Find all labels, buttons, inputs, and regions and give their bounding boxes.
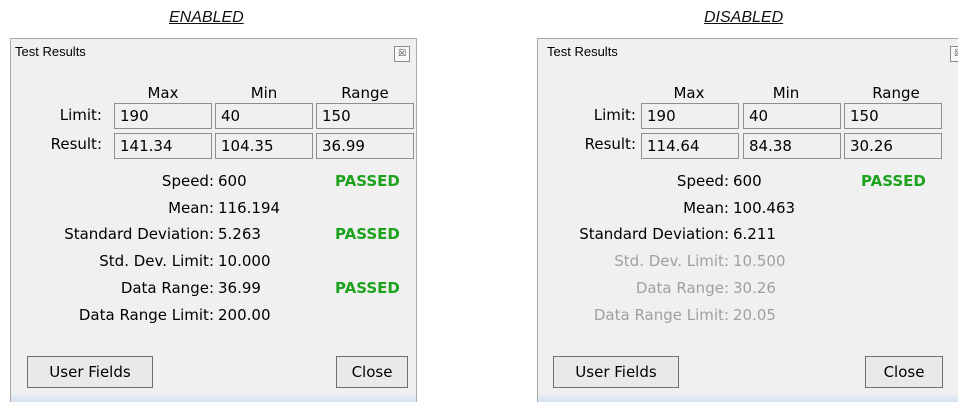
data-range-status-badge: PASSED	[335, 279, 400, 297]
close-icon[interactable]: ☒	[394, 46, 410, 62]
speed-status-badge: PASSED	[861, 172, 926, 190]
limit-max-field[interactable]: 190	[114, 103, 212, 129]
data-range-label: Data Range:	[635, 279, 729, 297]
data-range-limit-value: 20.05	[733, 306, 776, 324]
header-min: Min	[772, 84, 800, 102]
stddev-limit-label: Std. Dev. Limit:	[99, 252, 214, 270]
data-range-limit-label: Data Range Limit:	[78, 306, 214, 324]
limit-range-field: 150	[844, 103, 942, 129]
data-range-label: Data Range:	[120, 279, 214, 297]
data-range-value: 36.99	[218, 279, 261, 297]
mean-value: 116.194	[218, 199, 281, 217]
stddev-limit-value: 10.000	[218, 252, 271, 270]
stddev-value: 6.211	[733, 225, 776, 243]
stddev-label: Standard Deviation:	[64, 225, 214, 243]
limit-range-field[interactable]: 150	[316, 103, 414, 129]
result-label: Result:	[50, 135, 102, 153]
window-bottom-edge	[538, 394, 958, 402]
limit-label: Limit:	[593, 106, 636, 124]
data-range-limit-label: Data Range Limit:	[593, 306, 729, 324]
speed-label: Speed:	[676, 172, 729, 190]
result-range-field[interactable]: 36.99	[316, 133, 414, 159]
stddev-status-badge: PASSED	[335, 225, 400, 243]
test-results-window-disabled: Test Results ☒ Max Min Range Limit: 190 …	[537, 38, 958, 402]
window-title: Test Results	[15, 44, 86, 59]
test-results-window-enabled: Test Results ☒ Max Min Range Limit: 190 …	[10, 38, 417, 402]
speed-status-badge: PASSED	[335, 172, 400, 190]
result-min-field[interactable]: 104.35	[215, 133, 313, 159]
mean-label: Mean:	[168, 199, 214, 217]
close-icon[interactable]: ☒	[950, 46, 958, 62]
close-button[interactable]: Close	[336, 356, 408, 388]
enabled-caption: ENABLED	[169, 9, 244, 26]
data-range-value: 30.26	[733, 279, 776, 297]
header-range: Range	[872, 84, 920, 102]
stddev-limit-value: 10.500	[733, 252, 786, 270]
header-min: Min	[250, 84, 278, 102]
result-range-field: 30.26	[844, 133, 942, 159]
result-label: Result:	[584, 135, 636, 153]
stddev-label: Standard Deviation:	[579, 225, 729, 243]
stddev-limit-label: Std. Dev. Limit:	[614, 252, 729, 270]
user-fields-button[interactable]: User Fields	[553, 356, 679, 388]
mean-value: 100.463	[733, 199, 796, 217]
mean-label: Mean:	[683, 199, 729, 217]
limit-min-field[interactable]: 40	[215, 103, 313, 129]
result-max-field[interactable]: 141.34	[114, 133, 212, 159]
speed-value: 600	[218, 172, 247, 190]
header-range: Range	[341, 84, 389, 102]
speed-value: 600	[733, 172, 762, 190]
header-max: Max	[147, 84, 179, 102]
header-max: Max	[673, 84, 705, 102]
close-button[interactable]: Close	[865, 356, 943, 388]
limit-label: Limit:	[59, 106, 102, 124]
limit-max-field: 190	[641, 103, 739, 129]
data-range-limit-value: 200.00	[218, 306, 271, 324]
result-min-field: 84.38	[743, 133, 841, 159]
window-title: Test Results	[547, 44, 618, 59]
stddev-value: 5.263	[218, 225, 261, 243]
speed-label: Speed:	[161, 172, 214, 190]
window-bottom-edge	[11, 394, 416, 402]
result-max-field: 114.64	[641, 133, 739, 159]
limit-min-field: 40	[743, 103, 841, 129]
user-fields-button[interactable]: User Fields	[27, 356, 153, 388]
disabled-caption: DISABLED	[704, 9, 784, 26]
